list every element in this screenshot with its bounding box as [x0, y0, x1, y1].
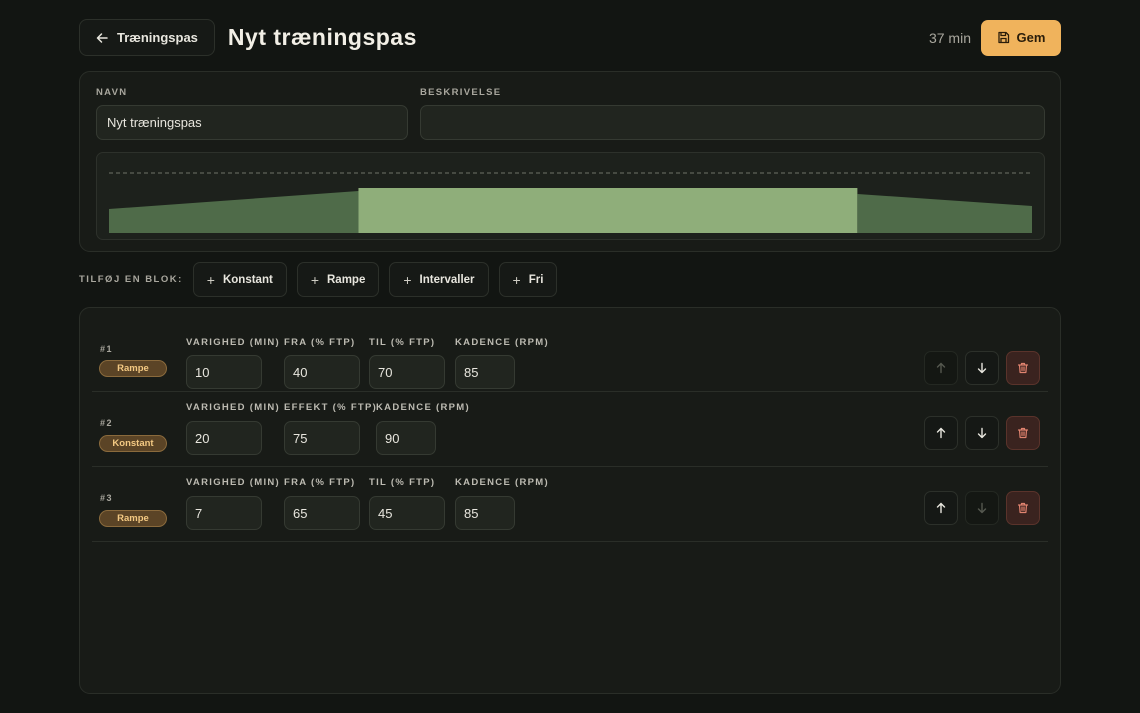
from-input[interactable]: 40 — [284, 355, 360, 389]
arrow-left-icon — [96, 32, 108, 43]
arrow-down-icon — [977, 427, 987, 439]
add-intervals-button[interactable]: + Intervaller — [389, 262, 489, 297]
arrow-up-icon — [936, 502, 946, 514]
plus-icon: + — [512, 271, 521, 288]
profile-svg — [109, 172, 1032, 233]
from-input[interactable]: 65 — [284, 496, 360, 530]
add-block-bar: TILFØJ EN BLOK: + Konstant + Rampe + Interv… — [79, 262, 567, 297]
to-label: TIL (% FTP) — [369, 477, 436, 488]
arrow-up-icon — [936, 362, 946, 374]
page-title: Nyt træningspas — [227, 24, 417, 50]
to-label: TIL (% FTP) — [369, 337, 436, 348]
effect-input[interactable]: 75 — [284, 421, 360, 455]
block-row: #1 Rampe VARIGHED (MIN) 10 FRA (% FTP) 4… — [92, 317, 1048, 392]
add-block-label: TILFØJ EN BLOK: — [79, 274, 183, 285]
add-free-label: Fri — [528, 273, 544, 286]
duration-label: VARIGHED (MIN) — [186, 477, 281, 488]
cadence-label: KADENCE (RPM) — [455, 337, 549, 348]
to-input[interactable]: 45 — [369, 496, 445, 530]
trash-icon — [1017, 362, 1029, 374]
cadence-input[interactable]: 85 — [455, 355, 515, 389]
arrow-down-icon — [977, 362, 987, 374]
move-up-button[interactable] — [924, 416, 958, 450]
block-number: #3 — [100, 493, 114, 503]
description-label: BESKRIVELSE — [420, 87, 502, 98]
save-button-label: Gem — [1016, 30, 1046, 45]
arrow-up-icon — [936, 427, 946, 439]
block-type-badge: Rampe — [99, 510, 167, 527]
workout-details-panel: NAVN Nyt træningspas BESKRIVELSE — [79, 71, 1061, 252]
add-ramp-label: Rampe — [327, 273, 366, 286]
effect-label: EFFEKT (% FTP) — [284, 402, 378, 413]
add-constant-label: Konstant — [222, 273, 273, 286]
duration-input[interactable]: 10 — [186, 355, 262, 389]
move-down-button[interactable] — [965, 491, 999, 525]
block-row: #3 Rampe VARIGHED (MIN) 7 FRA (% FTP) 65… — [92, 467, 1048, 542]
save-button[interactable]: Gem — [981, 19, 1061, 56]
blocks-panel: #1 Rampe VARIGHED (MIN) 10 FRA (% FTP) 4… — [79, 307, 1061, 694]
plus-icon: + — [206, 271, 215, 288]
profile-segment-3 — [857, 194, 1032, 233]
move-down-button[interactable] — [965, 416, 999, 450]
add-free-button[interactable]: + Fri — [498, 262, 558, 297]
back-button-label: Træningspas — [117, 30, 198, 45]
arrow-down-icon — [977, 502, 987, 514]
cadence-input[interactable]: 85 — [455, 496, 515, 530]
block-number: #1 — [100, 344, 114, 354]
duration-input[interactable]: 7 — [186, 496, 262, 530]
add-intervals-label: Intervaller — [419, 273, 475, 286]
add-constant-button[interactable]: + Konstant — [192, 262, 287, 297]
profile-segment-2 — [358, 188, 858, 233]
to-input[interactable]: 70 — [369, 355, 445, 389]
back-button[interactable]: Træningspas — [79, 19, 215, 56]
duration-input[interactable]: 20 — [186, 421, 262, 455]
name-input[interactable]: Nyt træningspas — [96, 105, 408, 140]
block-type-badge: Konstant — [99, 435, 167, 452]
move-up-button[interactable] — [924, 351, 958, 385]
add-ramp-button[interactable]: + Rampe — [296, 262, 380, 297]
block-type-badge: Rampe — [99, 360, 167, 377]
cadence-label: KADENCE (RPM) — [455, 477, 549, 488]
duration-label: VARIGHED (MIN) — [186, 337, 281, 348]
from-label: FRA (% FTP) — [284, 477, 356, 488]
trash-icon — [1017, 502, 1029, 514]
block-number: #2 — [100, 418, 114, 428]
total-duration: 37 min — [928, 29, 971, 46]
cadence-label: KADENCE (RPM) — [376, 402, 470, 413]
save-icon — [997, 31, 1009, 44]
plus-icon: + — [403, 271, 412, 288]
profile-segment-1 — [109, 191, 359, 233]
name-label: NAVN — [96, 87, 128, 98]
description-input[interactable] — [420, 105, 1045, 140]
page-header: Træningspas Nyt træningspas 37 min Gem — [79, 19, 1061, 56]
move-up-button[interactable] — [924, 491, 958, 525]
trash-icon — [1017, 427, 1029, 439]
from-label: FRA (% FTP) — [284, 337, 356, 348]
block-row: #2 Konstant VARIGHED (MIN) 20 EFFEKT (% … — [92, 392, 1048, 467]
delete-block-button[interactable] — [1006, 351, 1040, 385]
duration-label: VARIGHED (MIN) — [186, 402, 281, 413]
move-down-button[interactable] — [965, 351, 999, 385]
workout-profile-chart — [96, 152, 1045, 240]
cadence-input[interactable]: 90 — [376, 421, 436, 455]
delete-block-button[interactable] — [1006, 416, 1040, 450]
plus-icon: + — [310, 271, 319, 288]
delete-block-button[interactable] — [1006, 491, 1040, 525]
